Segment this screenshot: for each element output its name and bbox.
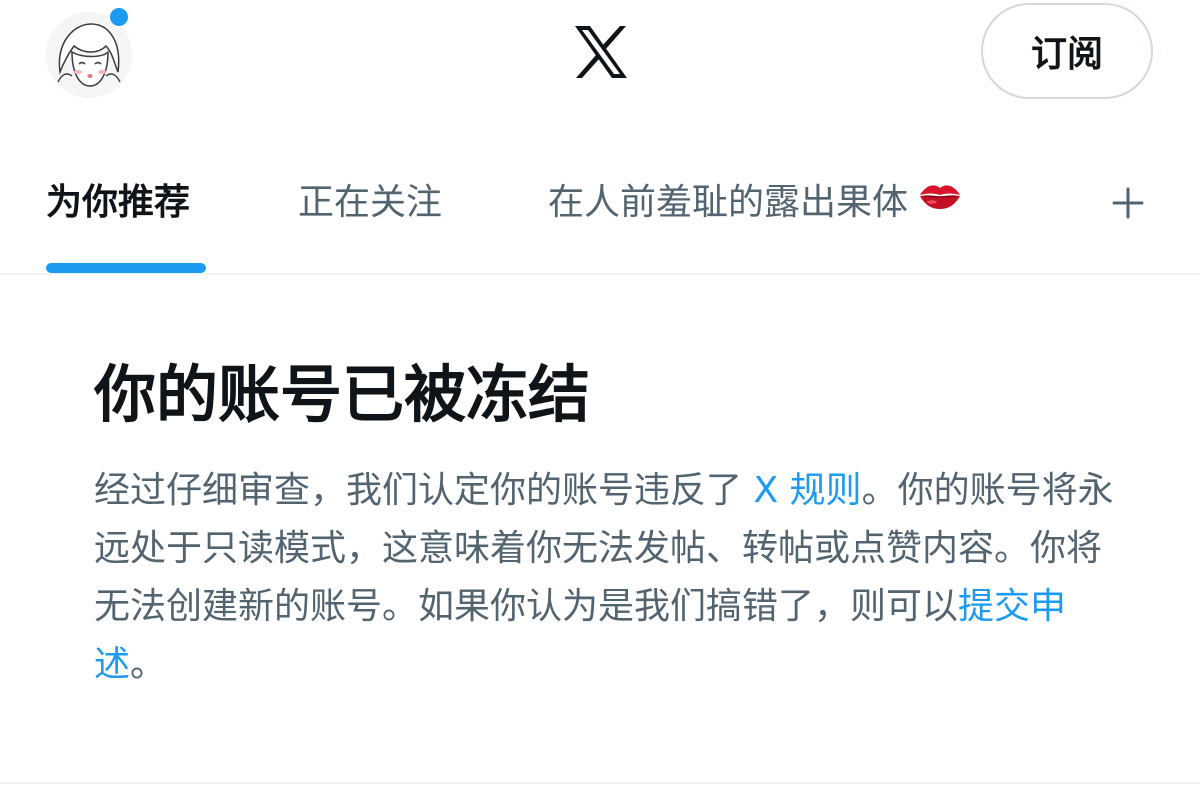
- suspension-message: 经过仔细审查，我们认定你的账号违反了 X 规则。你的账号将永远处于只读模式，这意…: [94, 462, 1114, 694]
- active-tab-indicator: [46, 263, 206, 273]
- lips-icon: [918, 175, 962, 225]
- suspension-title: 你的账号已被冻结: [94, 358, 591, 431]
- plus-icon[interactable]: [1108, 183, 1148, 223]
- tab-label: 正在关注: [298, 182, 443, 223]
- tabs-divider: [0, 273, 1200, 275]
- tab-for-you[interactable]: 为你推荐: [46, 178, 190, 228]
- subscribe-button[interactable]: 订阅: [981, 3, 1153, 99]
- top-bar: 订阅: [0, 0, 1200, 110]
- tab-list[interactable]: 在人前羞耻的露出果体: [548, 178, 962, 228]
- message-text: 经过仔细审查，我们认定你的账号违反了: [94, 470, 754, 511]
- app-screen: 订阅 为你推荐 正在关注 在人前羞耻的露出果体 你的账号已被冻结 经过仔细审查，…: [0, 0, 1200, 786]
- timeline-tabs: 为你推荐 正在关注 在人前羞耻的露出果体: [0, 160, 1200, 274]
- message-text: 。: [130, 644, 167, 685]
- tab-label: 为你推荐: [46, 182, 191, 223]
- x-rules-link[interactable]: X 规则: [753, 470, 861, 511]
- tab-following[interactable]: 正在关注: [298, 178, 442, 228]
- notification-dot: [108, 6, 130, 28]
- tab-label: 在人前羞耻的露出果体: [548, 182, 909, 223]
- content-divider: [0, 782, 1200, 784]
- x-logo-icon[interactable]: [571, 22, 631, 82]
